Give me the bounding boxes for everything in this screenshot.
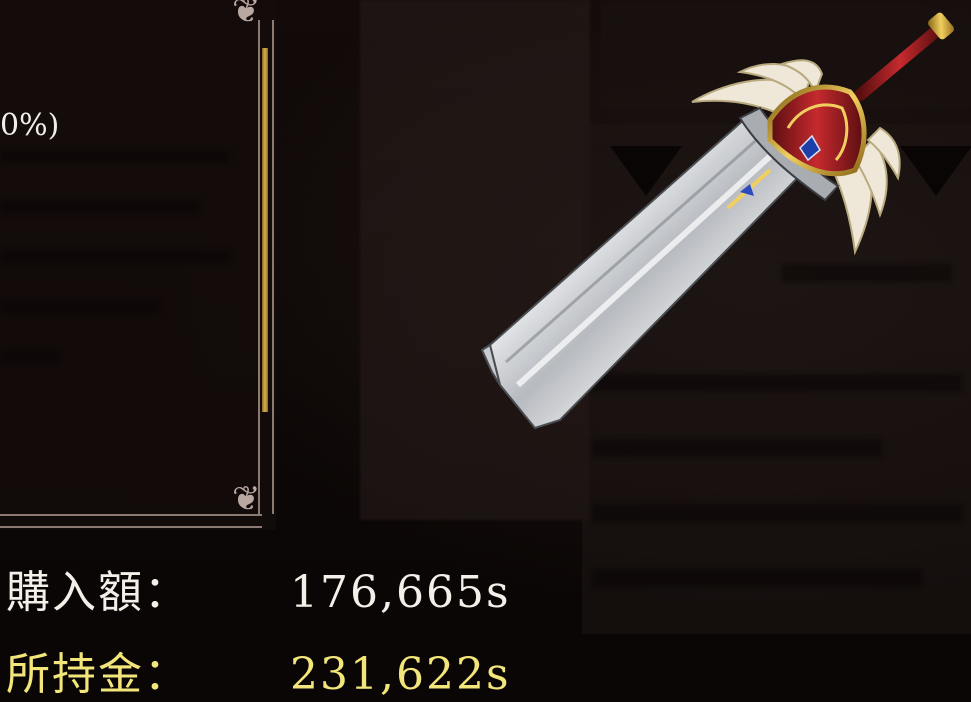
blurred-text-line [0, 350, 60, 364]
blurred-text-line [592, 439, 882, 457]
blurred-text-line [0, 300, 160, 314]
blurred-text-line [592, 569, 922, 587]
owned-money-label: 所持金： [6, 649, 190, 700]
info-scrollbar[interactable] [262, 48, 268, 412]
owned-money-value: 231,622s [290, 649, 511, 700]
info-scrollbar-thumb[interactable] [262, 48, 268, 412]
greatsword-icon [480, 12, 954, 430]
sword-handle [854, 12, 954, 101]
purchase-price-label: 購入額： [6, 567, 190, 618]
ornament-icon: ❦ [232, 0, 261, 31]
owned-money-row: 所持金： 231,622s [6, 638, 511, 702]
blurred-text-line [592, 504, 962, 522]
ornament-icon: ❦ [232, 479, 261, 519]
blurred-text-line [0, 200, 200, 214]
blurred-text-line [0, 250, 230, 264]
purchase-price-value: 176,665s [290, 567, 511, 618]
sword-blade [480, 108, 817, 430]
purchase-price-row: 購入額： 176,665s [6, 556, 511, 620]
blurred-text-line [0, 150, 230, 164]
info-percent-text: 0%) [0, 108, 60, 143]
shop-screen: 0%) ❦ ❦ 購入額： 176,665s 所持金： 231,622s [0, 0, 971, 702]
item-info-panel: 0%) [0, 0, 276, 530]
panel-frame-bottom [0, 514, 262, 528]
